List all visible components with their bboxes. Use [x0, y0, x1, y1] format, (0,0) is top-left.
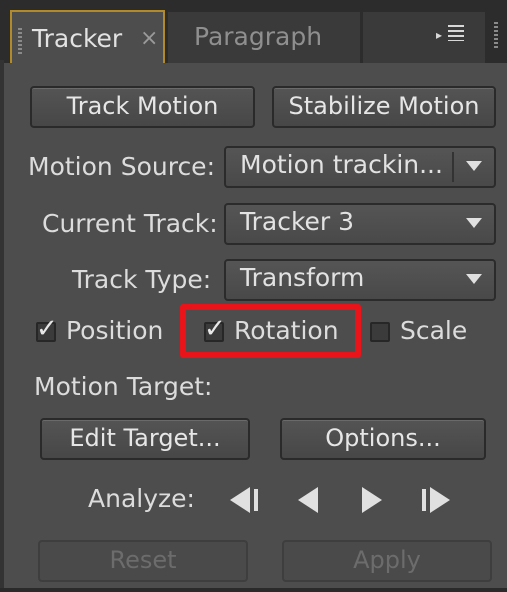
chevron-down-icon [466, 161, 482, 171]
apply-button[interactable]: Apply [282, 540, 492, 582]
chevron-down-icon [466, 274, 482, 284]
chevron-down-icon [466, 218, 482, 228]
play-forward-icon[interactable] [362, 487, 386, 513]
tab-paragraph[interactable]: Paragraph [168, 12, 360, 63]
current-track-value: Tracker 3 [240, 207, 355, 236]
motion-source-value: Motion trackin... [240, 150, 443, 179]
tab-tracker[interactable]: Tracker × [10, 10, 165, 63]
current-track-label: Current Track: [42, 209, 218, 238]
panel-bottom-edge [0, 588, 507, 592]
current-track-dropdown[interactable]: Tracker 3 [224, 203, 496, 245]
track-motion-button[interactable]: Track Motion [30, 86, 255, 128]
step-back-icon[interactable] [230, 487, 262, 513]
motion-source-label: Motion Source: [28, 152, 215, 181]
track-type-label: Track Type: [72, 265, 212, 294]
track-type-value: Transform [240, 263, 365, 292]
rotation-highlight-annotation [180, 304, 361, 358]
analyze-label: Analyze: [88, 484, 195, 513]
motion-target-label: Motion Target: [34, 372, 213, 401]
panel-grip-icon[interactable] [494, 22, 498, 50]
panel-menu-icon[interactable]: ▸ [436, 22, 470, 46]
tab-grip-icon[interactable] [18, 28, 22, 56]
reset-button[interactable]: Reset [38, 540, 248, 582]
play-backward-icon[interactable] [298, 487, 322, 513]
scale-checkbox-label: Scale [400, 316, 468, 345]
options-button[interactable]: Options... [280, 418, 486, 460]
dropdown-separator [452, 152, 454, 182]
motion-source-dropdown[interactable]: Motion trackin... [224, 146, 496, 188]
close-icon[interactable]: × [140, 26, 158, 51]
edit-target-button[interactable]: Edit Target... [40, 418, 250, 460]
panel-left-edge [0, 60, 4, 592]
track-type-dropdown[interactable]: Transform [224, 259, 496, 301]
scale-checkbox[interactable] [370, 322, 390, 342]
tracker-panel: Tracker × Paragraph ▸ Track Motion Stabi… [0, 0, 507, 592]
tab-paragraph-label: Paragraph [194, 22, 323, 51]
step-forward-icon[interactable] [422, 487, 454, 513]
tab-tracker-label: Tracker [32, 24, 123, 53]
position-checkbox-label: Position [66, 316, 164, 345]
checkmark-icon: ✓ [36, 314, 58, 344]
tab-strip: Tracker × Paragraph ▸ [0, 0, 507, 63]
stabilize-motion-button[interactable]: Stabilize Motion [272, 86, 496, 128]
position-checkbox[interactable]: ✓ [36, 314, 58, 344]
